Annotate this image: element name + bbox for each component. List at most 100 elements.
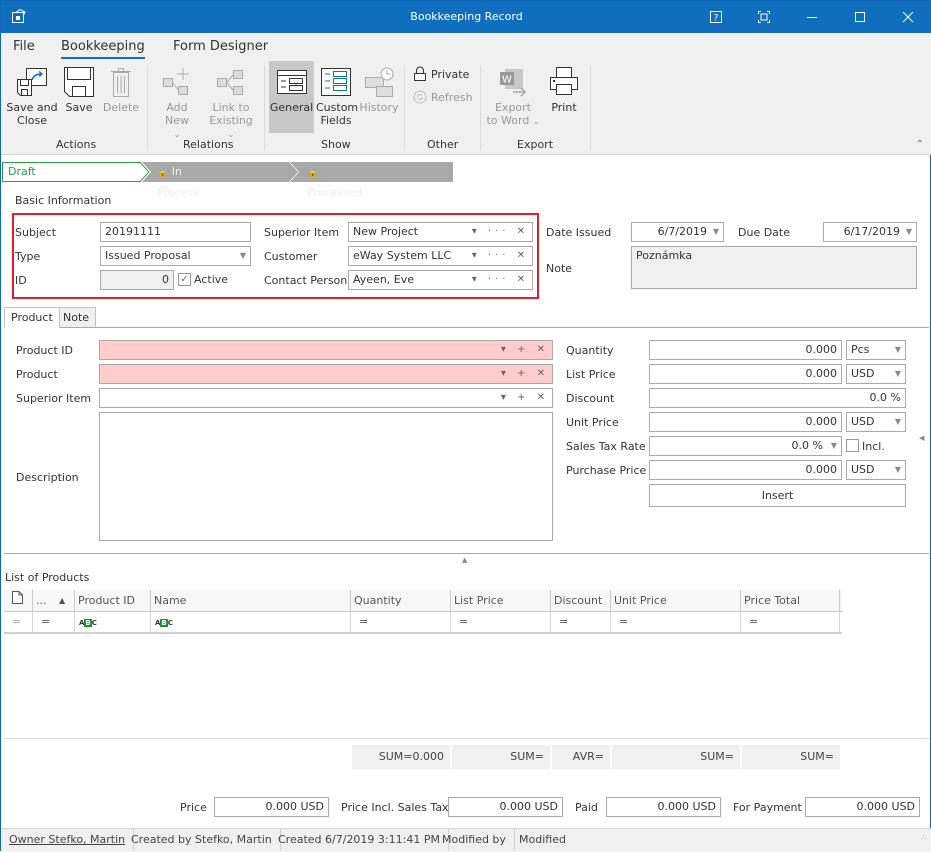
filter-cell[interactable]: ABC	[74, 612, 150, 632]
link-relation-icon	[217, 70, 243, 95]
chevron-down-icon: ⌄	[532, 117, 540, 126]
lookup-buttons[interactable]: ▾ ··· ✕	[472, 247, 529, 265]
sales-tax-select[interactable]: 0.0 % ▼	[649, 436, 842, 456]
purchase-price-currency-value: USD	[851, 463, 875, 476]
add-new-button[interactable]: Add New ⌄	[154, 61, 200, 141]
fullscreen-button[interactable]	[741, 1, 787, 33]
filter-cell[interactable]: =	[740, 612, 840, 632]
general-button[interactable]: General	[269, 61, 314, 133]
subject-input[interactable]: 20191111	[100, 222, 251, 242]
new-row-column[interactable]	[4, 590, 32, 612]
link-to-existing-button[interactable]: Link to Existing ⌄	[206, 61, 256, 141]
insert-button[interactable]: Insert	[649, 484, 906, 507]
unit-price-input[interactable]: 0.000	[649, 412, 842, 432]
close-button[interactable]	[885, 1, 931, 33]
bookkeeping-window: Bookkeeping Record ? File Bookkeeping Fo…	[0, 0, 931, 852]
column-header-unit-price[interactable]: Unit Price	[610, 590, 740, 612]
type-select[interactable]: Issued Proposal ▼	[100, 246, 251, 266]
purchase-price-input[interactable]: 0.000	[649, 460, 842, 480]
save-and-close-label-1: Save and	[6, 101, 58, 114]
save-and-close-button[interactable]: Save and Close	[6, 61, 58, 127]
step-in-process[interactable]: 🔒 In Process	[157, 162, 199, 199]
column-header-price-total[interactable]: Price Total	[740, 590, 840, 612]
maximize-button[interactable]	[837, 1, 883, 33]
maximize-icon	[855, 12, 865, 22]
lock-icon: 🔒	[307, 168, 319, 178]
list-price-currency-select[interactable]: USD ▼	[846, 364, 906, 384]
delete-button[interactable]: Delete	[102, 61, 140, 114]
customer-select[interactable]: eWay System LLC ▾ ··· ✕	[348, 246, 533, 266]
menu-form-designer[interactable]: Form Designer	[173, 39, 268, 54]
minimize-button[interactable]	[789, 1, 835, 33]
help-button[interactable]: ?	[693, 1, 739, 33]
private-button[interactable]: Private	[413, 66, 469, 82]
collapse-ribbon-icon[interactable]: ⌃	[916, 139, 924, 150]
save-and-close-label-2: Close	[17, 114, 47, 127]
resize-grip-icon[interactable]: ∴	[921, 834, 926, 842]
id-input[interactable]: 0	[100, 270, 174, 290]
product-superior-select[interactable]: ▾ + ✕	[99, 388, 553, 408]
column-header-list-price[interactable]: List Price	[450, 590, 550, 612]
filter-cell[interactable]: =	[4, 612, 32, 632]
lookup-buttons[interactable]: ▾ + ✕	[501, 389, 549, 407]
print-button[interactable]: Print	[546, 61, 582, 114]
note-textarea[interactable]: Poznámka	[631, 246, 917, 289]
lookup-buttons[interactable]: ▾ ··· ✕	[472, 271, 529, 289]
lookup-buttons[interactable]: ▾ ··· ✕	[472, 223, 529, 241]
contact-person-select[interactable]: Ayeen, Eve ▾ ··· ✕	[348, 270, 533, 290]
tab-note[interactable]: Note	[56, 307, 97, 328]
ribbon-separator	[147, 65, 148, 151]
filter-cell[interactable]: =	[610, 612, 740, 632]
custom-fields-button[interactable]: Custom Fields	[316, 61, 358, 127]
list-price-input[interactable]: 0.000	[649, 364, 842, 384]
tab-product[interactable]: Product	[4, 307, 60, 328]
menu-bar: File Bookkeeping Form Designer	[1, 33, 931, 61]
discount-input[interactable]: 0.0 %	[649, 388, 906, 408]
chevron-down-icon: ⌄	[173, 130, 181, 139]
refresh-icon	[413, 90, 427, 104]
column-header-discount[interactable]: Discount	[550, 590, 610, 612]
description-textarea[interactable]	[99, 412, 553, 541]
menu-bookkeeping[interactable]: Bookkeeping	[61, 39, 145, 59]
date-issued-picker[interactable]: 6/7/2019 ▼	[631, 222, 724, 242]
splitter-up-arrow-icon[interactable]: ▲	[462, 556, 467, 564]
group-label-show: Show	[321, 138, 351, 151]
incl-checkbox[interactable]	[846, 439, 859, 452]
filter-cell[interactable]: =	[450, 612, 550, 632]
filter-cell[interactable]: =	[32, 612, 74, 632]
due-date-picker[interactable]: 6/17/2019 ▼	[823, 222, 917, 242]
menu-file[interactable]: File	[13, 39, 35, 54]
created-by-text: Created by Stefko, Martin	[123, 829, 281, 851]
filter-cell[interactable]: =	[350, 612, 450, 632]
filter-row: = = ABC ABC = = = = =	[4, 612, 842, 634]
dropdown-arrow-icon: ▼	[905, 227, 912, 236]
filter-cell[interactable]: ABC	[150, 612, 350, 632]
lookup-buttons[interactable]: ▾ + ✕	[501, 365, 549, 383]
dropdown-arrow-icon: ▼	[894, 345, 901, 354]
active-checkbox[interactable]: ✓	[178, 273, 191, 286]
product-select[interactable]: ▾ + ✕	[99, 364, 553, 384]
lookup-buttons[interactable]: ▾ + ✕	[501, 341, 549, 359]
unit-price-currency-select[interactable]: USD ▼	[846, 412, 906, 432]
superior-item-select[interactable]: New Project ▾ ··· ✕	[348, 222, 533, 242]
step-draft[interactable]: Draft	[8, 162, 36, 182]
step-processed[interactable]: 🔒 Processed	[307, 162, 362, 199]
splitter-left-arrow-icon[interactable]: ◀	[919, 434, 924, 442]
export-to-word-button[interactable]: W Export to Word ⌄	[485, 61, 541, 128]
product-id-select[interactable]: ▾ + ✕	[99, 340, 553, 360]
column-header-quantity[interactable]: Quantity	[350, 590, 450, 612]
column-header-more[interactable]: ... ▲	[32, 590, 74, 612]
refresh-button[interactable]: Refresh	[413, 90, 473, 104]
quantity-unit-select[interactable]: Pcs ▼	[846, 340, 906, 360]
column-header-product-id[interactable]: Product ID	[74, 590, 150, 612]
purchase-price-currency-select[interactable]: USD ▼	[846, 460, 906, 480]
column-header-name[interactable]: Name	[150, 590, 350, 612]
history-button[interactable]: History	[359, 61, 399, 114]
add-relation-icon	[163, 68, 189, 95]
save-button[interactable]: Save	[61, 61, 97, 114]
close-icon	[902, 11, 914, 23]
quantity-input[interactable]: 0.000	[649, 340, 842, 360]
ribbon-separator	[264, 65, 265, 151]
owner-link[interactable]: Owner Stefko, Martin	[1, 829, 135, 851]
filter-cell[interactable]: =	[550, 612, 610, 632]
